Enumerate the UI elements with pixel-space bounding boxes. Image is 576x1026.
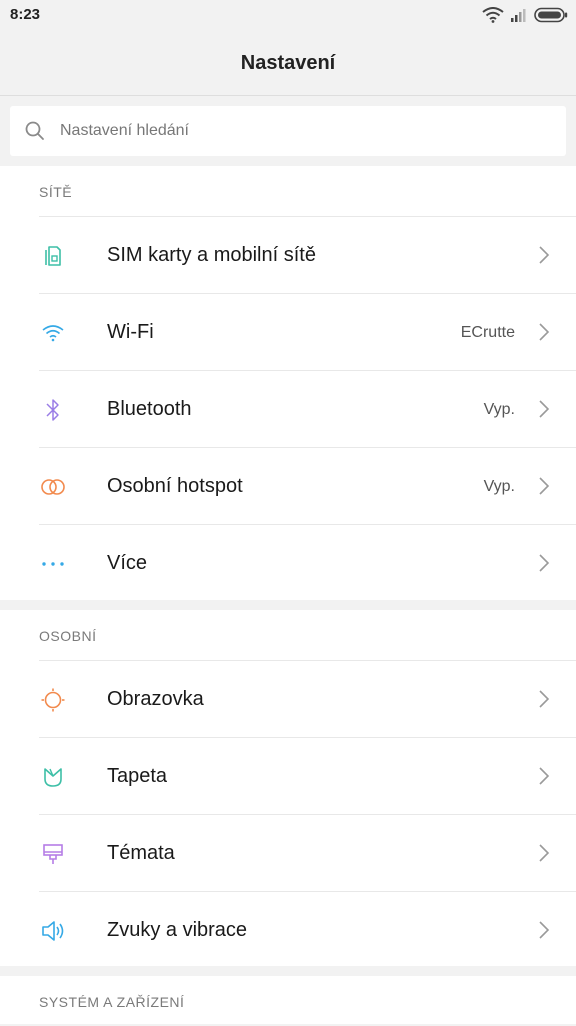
row-label: Wi-Fi: [107, 321, 154, 343]
wifi-icon: [39, 319, 67, 347]
chevron-right-icon: [536, 919, 552, 941]
status-icons: [476, 5, 568, 25]
section-title: SÍTĚ: [39, 184, 73, 200]
sim-card-icon: [39, 242, 67, 270]
row-value: Vyp.: [483, 478, 515, 495]
chevron-right-icon: [536, 321, 552, 343]
section-divider: [0, 600, 576, 610]
row-label: SIM karty a mobilní sítě: [107, 244, 316, 266]
settings-row-themes[interactable]: Témata: [39, 814, 576, 891]
signal-icon: [510, 8, 528, 22]
chevron-right-icon: [536, 688, 552, 710]
settings-row-sim[interactable]: SIM karty a mobilní sítě: [39, 216, 576, 293]
settings-row-hotspot[interactable]: Osobní hotspot Vyp.: [39, 447, 576, 524]
chevron-right-icon: [536, 398, 552, 420]
bluetooth-icon: [39, 396, 67, 424]
chevron-right-icon: [536, 475, 552, 497]
section-divider: [0, 966, 576, 976]
page-title: Nastavení: [240, 52, 336, 74]
row-value: Vyp.: [483, 401, 515, 418]
row-label: Bluetooth: [107, 398, 192, 420]
chevron-right-icon: [536, 765, 552, 787]
settings-row-wallpaper[interactable]: Tapeta: [39, 737, 576, 814]
app-header: Nastavení: [0, 30, 576, 96]
battery-icon: [534, 7, 568, 23]
settings-row-display[interactable]: Obrazovka: [39, 660, 576, 737]
wifi-icon: [482, 7, 504, 23]
section-personal: OSOBNÍ Obrazovka Tapeta Témata Zvuky a v…: [0, 610, 576, 966]
sound-icon: [39, 917, 67, 945]
settings-row-more[interactable]: Více: [39, 524, 576, 601]
section-title: OSOBNÍ: [39, 628, 97, 644]
search-icon: [24, 120, 46, 142]
section-header: SÍTĚ: [0, 166, 576, 216]
wallpaper-icon: [39, 763, 67, 791]
search-container: [0, 96, 576, 166]
section-header: SYSTÉM A ZAŘÍZENÍ: [0, 976, 576, 1026]
more-dots-icon: [39, 550, 67, 578]
search-input[interactable]: [56, 106, 550, 156]
row-label: Osobní hotspot: [107, 475, 243, 497]
section-networks: SÍTĚ SIM karty a mobilní sítě Wi-Fi ECru…: [0, 166, 576, 600]
chevron-right-icon: [536, 842, 552, 864]
row-label: Tapeta: [107, 765, 168, 787]
settings-row-wifi[interactable]: Wi-Fi ECrutte: [39, 293, 576, 370]
display-icon: [39, 686, 67, 714]
section-title: SYSTÉM A ZAŘÍZENÍ: [39, 994, 185, 1010]
hotspot-icon: [39, 473, 67, 501]
chevron-right-icon: [536, 244, 552, 266]
settings-row-sound[interactable]: Zvuky a vibrace: [39, 891, 576, 968]
row-label: Témata: [107, 842, 175, 864]
chevron-right-icon: [536, 552, 552, 574]
section-system: SYSTÉM A ZAŘÍZENÍ: [0, 976, 576, 1024]
row-label: Zvuky a vibrace: [107, 919, 248, 941]
row-label: Obrazovka: [107, 688, 204, 710]
section-header: OSOBNÍ: [0, 610, 576, 660]
row-label: Více: [107, 552, 148, 574]
status-bar: 8:23: [0, 0, 576, 30]
search-box[interactable]: [10, 106, 566, 156]
settings-row-bluetooth[interactable]: Bluetooth Vyp.: [39, 370, 576, 447]
status-time: 8:23: [10, 6, 41, 23]
row-value: ECrutte: [460, 324, 515, 341]
themes-icon: [39, 840, 67, 868]
